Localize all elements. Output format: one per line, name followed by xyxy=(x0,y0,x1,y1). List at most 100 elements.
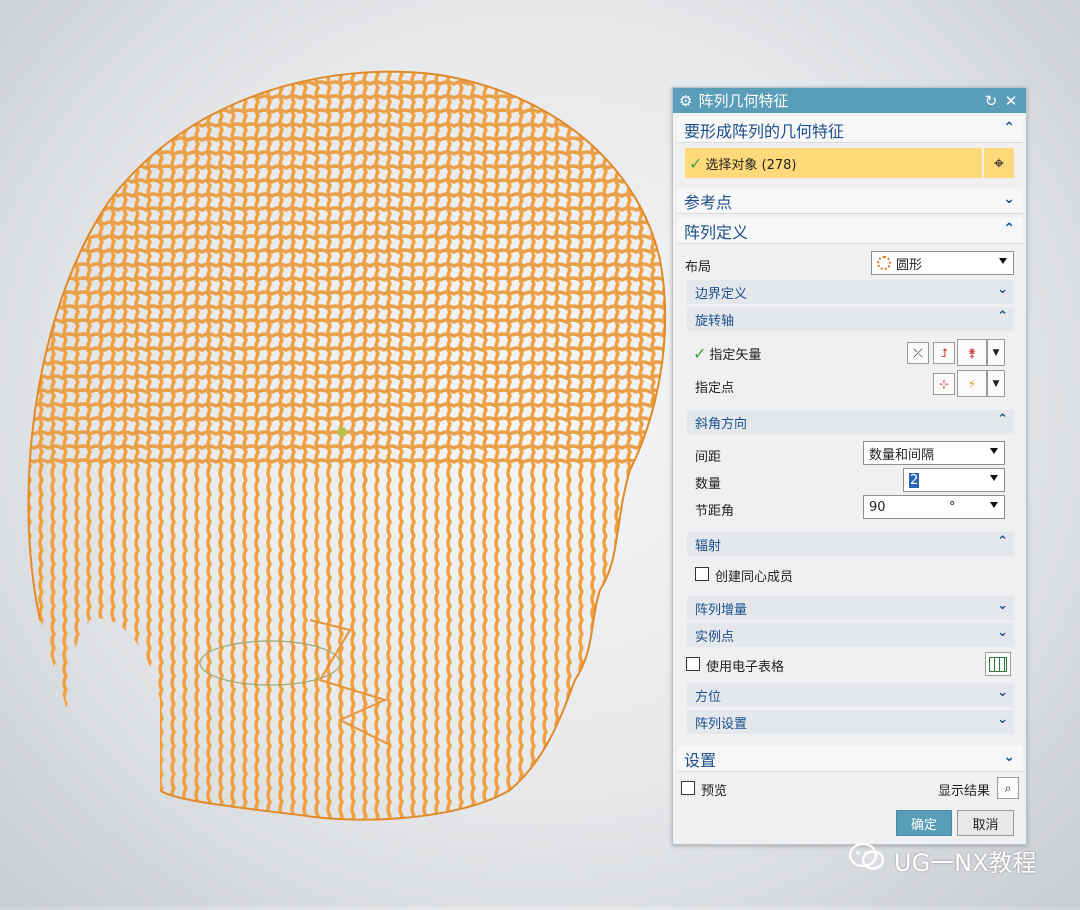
count-input[interactable]: 2 xyxy=(903,468,1005,492)
reset-icon[interactable]: ↻ xyxy=(982,92,1000,110)
chevron-up-icon: ⌃ xyxy=(997,534,1008,549)
dialog-titlebar[interactable]: ⚙ 阵列几何特征 ↻ ✕ xyxy=(673,88,1026,113)
chevron-down-icon: ⌄ xyxy=(1003,191,1015,207)
watermark-text: UG一NX教程 xyxy=(894,848,1037,877)
chevron-up-icon: ⌃ xyxy=(997,412,1008,427)
rotation-axis-header[interactable]: 旋转轴 ⌃ xyxy=(687,307,1014,331)
crosshair-icon: ⌖ xyxy=(993,152,1005,174)
section-settings-header[interactable]: 设置 ⌄ xyxy=(677,746,1023,772)
angular-direction-title: 斜角方向 xyxy=(695,416,748,432)
vector-icon: ⮥ xyxy=(940,345,948,360)
chevron-down-icon: ⌄ xyxy=(997,625,1008,640)
concentric-checkbox[interactable] xyxy=(695,567,709,581)
boundary-title: 边界定义 xyxy=(695,286,748,302)
spacing-select[interactable]: 数量和间隔 xyxy=(863,441,1005,465)
chevron-up-icon: ⌃ xyxy=(997,309,1008,324)
orientation-title: 方位 xyxy=(695,689,722,705)
select-object-row[interactable]: ✓ 选择对象 (278) xyxy=(685,148,982,178)
crosshair-select-button[interactable]: ⌖ xyxy=(984,148,1014,178)
chevron-down-icon: ⌄ xyxy=(997,712,1008,727)
point-options-dropdown[interactable]: ▼ xyxy=(987,370,1005,397)
circle-layout-icon xyxy=(877,256,891,270)
orientation-header[interactable]: 方位 ⌄ xyxy=(687,683,1014,707)
wechat-icon xyxy=(848,842,886,878)
instance-points-header[interactable]: 实例点 ⌄ xyxy=(687,623,1014,647)
spacing-value: 数量和间隔 xyxy=(869,447,935,463)
chevron-down-icon: ▼ xyxy=(992,347,1000,358)
inferred-vector-button[interactable]: ⚵ xyxy=(957,339,987,366)
increment-title: 阵列增量 xyxy=(695,602,748,618)
watermark: UG一NX教程 xyxy=(848,842,1037,878)
pitch-angle-unit: ° xyxy=(949,499,956,515)
show-result-button[interactable]: ⌕ xyxy=(997,777,1019,799)
array-settings-header[interactable]: 阵列设置 ⌄ xyxy=(687,710,1014,734)
chevron-up-icon: ⌃ xyxy=(1003,221,1015,237)
vector-row: ✓ 指定矢量 xyxy=(693,344,761,363)
close-icon[interactable]: ✕ xyxy=(1002,92,1020,110)
reverse-direction-button[interactable]: ⤫ xyxy=(907,342,929,364)
specify-vector-label: 指定矢量 xyxy=(709,348,762,363)
chevron-down-icon: ▼ xyxy=(992,378,1000,389)
vector-constructor-button[interactable]: ⮥ xyxy=(933,342,955,364)
section-reference-header[interactable]: 参考点 ⌄ xyxy=(677,188,1023,214)
pattern-geometry-dialog: ⚙ 阵列几何特征 ↻ ✕ 要形成阵列的几何特征 ⌃ ✓ 选择对象 (278) ⌖… xyxy=(672,87,1027,845)
chevron-up-icon: ⌃ xyxy=(1003,120,1015,136)
radial-title: 辐射 xyxy=(695,538,722,554)
axis-arrow xyxy=(309,619,391,746)
layout-label: 布局 xyxy=(685,260,712,275)
point-constructor-button[interactable]: ⊹ xyxy=(933,373,955,395)
select-object-label: 选择对象 (278) xyxy=(705,157,797,173)
boundary-header[interactable]: 边界定义 ⌄ xyxy=(687,280,1014,304)
lightning-point-icon: ⚡ xyxy=(967,376,977,391)
check-icon: ✓ xyxy=(693,344,707,363)
section-array-def-title: 阵列定义 xyxy=(684,222,749,242)
pitch-angle-input[interactable]: 90 ° xyxy=(863,495,1005,519)
inferred-point-button[interactable]: ⚡ xyxy=(957,370,987,397)
rotation-axis-title: 旋转轴 xyxy=(695,313,735,329)
spreadsheet-icon xyxy=(989,656,1007,672)
pitch-angle-value: 90 xyxy=(869,499,886,515)
section-geometry-title: 要形成阵列的几何特征 xyxy=(684,121,845,141)
spacing-label: 间距 xyxy=(695,450,722,465)
layout-value: 圆形 xyxy=(896,257,923,273)
section-geometry-header[interactable]: 要形成阵列的几何特征 ⌃ xyxy=(677,117,1023,143)
radial-header[interactable]: 辐射 ⌃ xyxy=(687,532,1014,556)
preview-checkbox[interactable] xyxy=(681,781,695,795)
reverse-icon: ⤫ xyxy=(913,345,923,360)
count-value: 2 xyxy=(909,472,920,488)
gear-icon: ⚙ xyxy=(679,91,693,110)
chevron-down-icon: ⌄ xyxy=(997,282,1008,297)
specify-point-label: 指定点 xyxy=(695,381,735,396)
ok-button[interactable]: 确定 xyxy=(896,810,952,836)
spreadsheet-label: 使用电子表格 xyxy=(706,660,785,675)
pitch-angle-label: 节距角 xyxy=(695,504,735,519)
magnifier-icon: ⌕ xyxy=(1004,780,1012,795)
check-icon: ✓ xyxy=(689,153,703,173)
section-array-def-header[interactable]: 阵列定义 ⌃ xyxy=(677,218,1023,244)
spreadsheet-button[interactable] xyxy=(985,652,1011,676)
dropdown-arrow-icon xyxy=(999,258,1007,264)
show-result-label: 显示结果 xyxy=(938,784,991,799)
increment-header[interactable]: 阵列增量 ⌄ xyxy=(687,596,1014,620)
dropdown-arrow-icon xyxy=(990,475,998,481)
spreadsheet-checkbox[interactable] xyxy=(686,657,700,671)
dropdown-arrow-icon xyxy=(990,502,998,508)
section-reference-title: 参考点 xyxy=(684,192,733,212)
preview-label: 预览 xyxy=(701,784,728,799)
layout-select[interactable]: 圆形 xyxy=(871,251,1014,275)
cancel-button[interactable]: 取消 xyxy=(957,810,1014,836)
array-settings-title: 阵列设置 xyxy=(695,716,748,732)
vector-options-dropdown[interactable]: ▼ xyxy=(987,339,1005,366)
reference-point-marker xyxy=(337,427,347,437)
section-settings-title: 设置 xyxy=(684,750,717,770)
chevron-down-icon: ⌄ xyxy=(997,685,1008,700)
instance-points-title: 实例点 xyxy=(695,629,735,645)
chevron-down-icon: ⌄ xyxy=(997,598,1008,613)
dialog-title: 阵列几何特征 xyxy=(698,92,789,110)
concentric-label: 创建同心成员 xyxy=(715,570,794,585)
count-label: 数量 xyxy=(695,477,722,492)
angular-direction-header[interactable]: 斜角方向 ⌃ xyxy=(687,410,1014,434)
chevron-down-icon: ⌄ xyxy=(1003,749,1015,765)
axis-triad-icon: ⚵ xyxy=(967,345,977,360)
dropdown-arrow-icon xyxy=(990,448,998,454)
